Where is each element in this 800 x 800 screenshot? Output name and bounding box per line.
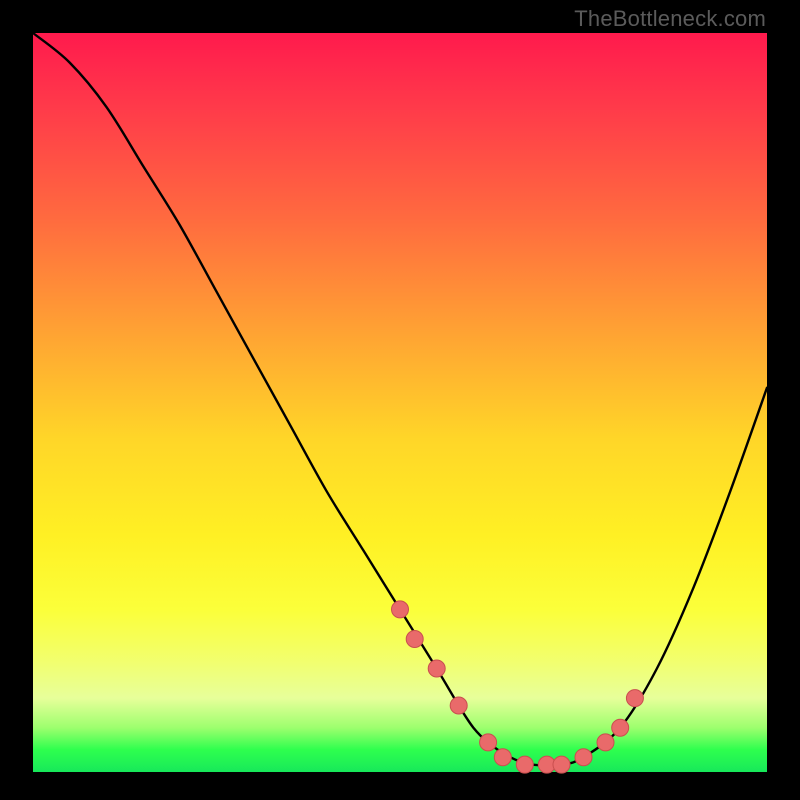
highlighted-point xyxy=(553,756,570,773)
highlighted-point xyxy=(428,660,445,677)
highlighted-point xyxy=(494,749,511,766)
highlighted-point xyxy=(392,601,409,618)
highlighted-point xyxy=(575,749,592,766)
highlighted-points-group xyxy=(392,601,644,773)
highlighted-point xyxy=(612,719,629,736)
highlighted-point xyxy=(516,756,533,773)
highlighted-point xyxy=(480,734,497,751)
highlighted-point xyxy=(626,690,643,707)
bottleneck-curve-path xyxy=(33,33,767,766)
highlighted-point xyxy=(597,734,614,751)
chart-frame: TheBottleneck.com xyxy=(0,0,800,800)
bottleneck-chart-svg xyxy=(33,33,767,772)
highlighted-point xyxy=(406,631,423,648)
highlighted-point xyxy=(450,697,467,714)
watermark-text: TheBottleneck.com xyxy=(574,6,766,32)
